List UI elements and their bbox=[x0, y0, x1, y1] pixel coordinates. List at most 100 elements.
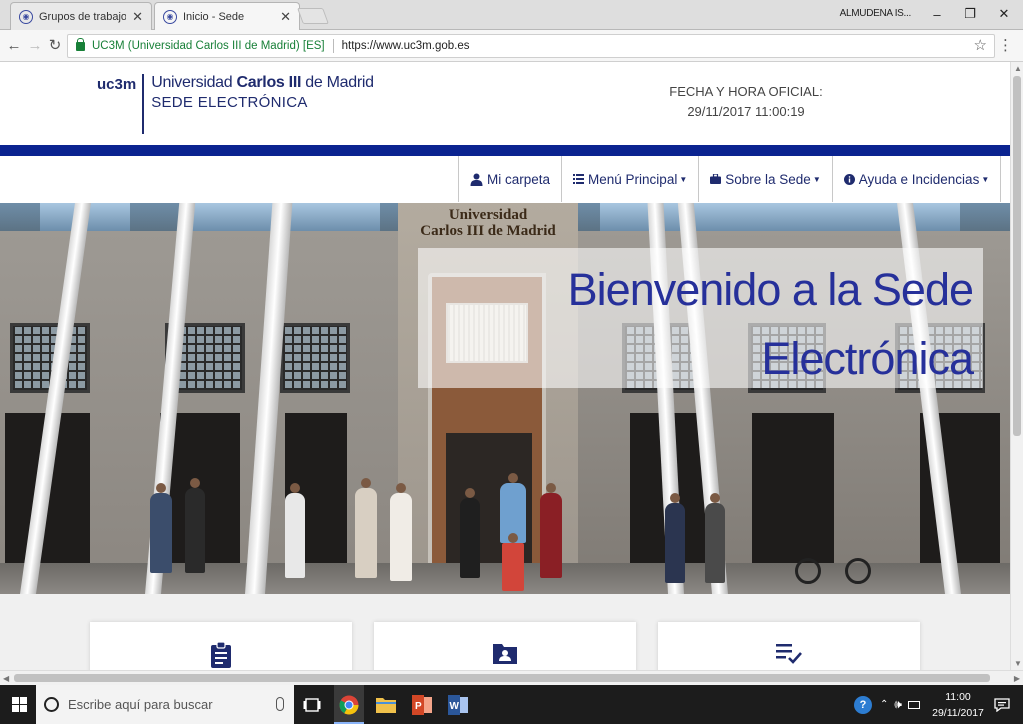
bookmark-star-icon[interactable]: ☆ bbox=[974, 36, 987, 54]
horizontal-scrollbar[interactable]: ◀ ▶ bbox=[0, 670, 1023, 685]
pedestrian bbox=[150, 483, 172, 573]
nav-mi-carpeta[interactable]: Mi carpeta bbox=[459, 156, 563, 202]
chrome-icon bbox=[339, 695, 359, 714]
logo-name-part: de Madrid bbox=[301, 74, 374, 91]
back-arrow-icon[interactable]: ← bbox=[5, 37, 23, 55]
pedestrian bbox=[285, 483, 305, 578]
scroll-left-arrow-icon[interactable]: ◀ bbox=[3, 674, 9, 683]
list-icon bbox=[573, 174, 585, 184]
scroll-down-arrow-icon[interactable]: ▼ bbox=[1014, 659, 1022, 668]
nav-label: Sobre la Sede bbox=[725, 171, 811, 187]
address-separator bbox=[332, 39, 334, 53]
caret-down-icon: ▼ bbox=[981, 174, 990, 184]
file-explorer-icon[interactable] bbox=[374, 693, 398, 717]
windows-taskbar: Escribe aquí para buscar P W ? ⌃ 🕪 11:00… bbox=[0, 685, 1023, 724]
taskbar-date: 29/11/2017 bbox=[932, 707, 984, 719]
hero-title-line1: Bienvenido a la Sede bbox=[567, 264, 974, 315]
chrome-taskbar-button[interactable] bbox=[334, 685, 364, 724]
clock-label: FECHA Y HORA OFICIAL: bbox=[669, 84, 823, 99]
clock-value: 29/11/2017 11:00:19 bbox=[687, 104, 805, 119]
close-tab-icon[interactable]: ✕ bbox=[280, 9, 291, 25]
building-sign: Universidad Carlos III de Madrid bbox=[418, 207, 558, 239]
svg-text:W: W bbox=[450, 701, 460, 712]
browser-tab-strip: ◉ Grupos de trabajo / Con ✕ ◉ Inicio - S… bbox=[0, 0, 1023, 30]
nav-menu-principal[interactable]: Menú Principal ▼ bbox=[562, 156, 700, 202]
forward-arrow-icon[interactable]: → bbox=[26, 37, 44, 55]
show-hidden-icons-chevron-icon[interactable]: ⌃ bbox=[880, 699, 888, 710]
card-tramites[interactable] bbox=[90, 622, 352, 670]
tab-label: Grupos de trabajo / Con bbox=[39, 10, 127, 23]
lock-icon bbox=[76, 37, 85, 51]
logo-university-name: Universidad Carlos III de Madrid bbox=[151, 74, 374, 92]
scroll-right-arrow-icon[interactable]: ▶ bbox=[1014, 674, 1020, 683]
vertical-scrollbar[interactable]: ▲ ▼ bbox=[1010, 62, 1023, 670]
uc3m-logo[interactable]: uc3m Universidad Carlos III de Madrid SE… bbox=[97, 74, 374, 134]
uc3m-favicon-icon: ◉ bbox=[19, 9, 33, 24]
maximize-button[interactable]: ❐ bbox=[954, 3, 986, 25]
tab-inicio-sede[interactable]: ◉ Inicio - Sede ✕ bbox=[154, 2, 300, 30]
help-icon[interactable]: ? bbox=[854, 695, 872, 714]
nav-label: Mi carpeta bbox=[487, 171, 551, 187]
official-clock: FECHA Y HORA OFICIAL: 29/11/2017 11:00:1… bbox=[648, 82, 844, 122]
word-icon[interactable]: W bbox=[446, 693, 470, 717]
building-window bbox=[280, 323, 350, 393]
browser-menu-icon[interactable]: ⋮ bbox=[998, 36, 1013, 54]
volume-icon[interactable]: 🕪 bbox=[894, 697, 902, 712]
card-mi-carpeta[interactable] bbox=[374, 622, 636, 670]
url-text[interactable]: https://www.uc3m.gob.es bbox=[342, 40, 470, 52]
pedestrian bbox=[460, 488, 480, 578]
vertical-scroll-thumb[interactable] bbox=[1013, 76, 1021, 436]
profile-name[interactable]: ALMUDENA IS... bbox=[840, 8, 912, 19]
tab-label: Inicio - Sede bbox=[183, 10, 245, 23]
microphone-icon[interactable] bbox=[276, 697, 284, 711]
new-tab-button[interactable] bbox=[297, 8, 329, 24]
user-icon bbox=[470, 173, 483, 186]
briefcase-icon bbox=[710, 174, 722, 184]
close-window-button[interactable]: ✕ bbox=[988, 3, 1020, 25]
caret-down-icon: ▼ bbox=[679, 174, 688, 184]
logo-divider bbox=[142, 74, 145, 134]
nav-sobre-la-sede[interactable]: Sobre la Sede ▼ bbox=[699, 156, 833, 202]
close-tab-icon[interactable]: ✕ bbox=[132, 9, 143, 25]
checklist-icon bbox=[776, 644, 802, 664]
logo-sede-electronica: SEDE ELECTRÓNICA bbox=[151, 94, 308, 111]
nav-ayuda-e-incidencias[interactable]: Ayuda e Incidencias ▼ bbox=[833, 156, 1002, 202]
pedestrian bbox=[355, 478, 377, 578]
taskbar-search-box[interactable]: Escribe aquí para buscar bbox=[36, 685, 294, 724]
nav-label: Menú Principal bbox=[588, 171, 678, 187]
address-bar[interactable]: UC3M (Universidad Carlos III de Madrid) … bbox=[67, 34, 995, 58]
bicycle-wheel bbox=[845, 558, 871, 584]
tab-grupos-de-trabajo[interactable]: ◉ Grupos de trabajo / Con ✕ bbox=[10, 2, 152, 30]
pedestrian-legs bbox=[502, 533, 524, 591]
pedestrian bbox=[665, 493, 685, 583]
task-view-icon[interactable] bbox=[300, 693, 324, 717]
horizontal-scroll-thumb[interactable] bbox=[14, 674, 990, 682]
minimize-button[interactable]: – bbox=[921, 3, 953, 25]
hero-title: Bienvenido a la Sede Electrónica bbox=[418, 255, 974, 393]
windows-start-icon[interactable] bbox=[12, 697, 27, 712]
logo-mark: uc3m bbox=[97, 76, 137, 93]
card-verificacion[interactable] bbox=[658, 622, 920, 670]
main-navigation: Mi carpeta Menú Principal ▼ Sobre la Sed… bbox=[458, 156, 1002, 202]
taskbar-clock[interactable]: 11:00 29/11/2017 bbox=[932, 689, 984, 721]
notifications-icon[interactable] bbox=[990, 693, 1014, 717]
svg-text:P: P bbox=[415, 701, 422, 712]
taskbar-time: 11:00 bbox=[945, 691, 971, 703]
web-page: uc3m Universidad Carlos III de Madrid SE… bbox=[0, 62, 1010, 670]
logo-text: Universidad Carlos III de Madrid SEDE EL… bbox=[151, 74, 374, 134]
header-blue-band bbox=[0, 145, 1010, 156]
scroll-up-arrow-icon[interactable]: ▲ bbox=[1014, 64, 1022, 73]
pedestrian bbox=[185, 478, 205, 573]
building-sign-line2: Carlos III de Madrid bbox=[420, 223, 556, 239]
bicycle-wheel bbox=[795, 558, 821, 584]
pedestrian bbox=[390, 483, 412, 581]
logo-name-bold: Carlos III bbox=[236, 74, 302, 91]
address-toolbar: ← → ↻ UC3M (Universidad Carlos III de Ma… bbox=[0, 30, 1023, 62]
logo-name-part: Universidad bbox=[151, 74, 237, 91]
powerpoint-icon[interactable]: P bbox=[410, 693, 434, 717]
caret-down-icon: ▼ bbox=[812, 174, 821, 184]
pedestrian bbox=[705, 493, 725, 583]
reload-icon[interactable]: ↻ bbox=[46, 37, 64, 55]
battery-icon[interactable] bbox=[907, 700, 920, 709]
info-icon bbox=[843, 173, 855, 185]
